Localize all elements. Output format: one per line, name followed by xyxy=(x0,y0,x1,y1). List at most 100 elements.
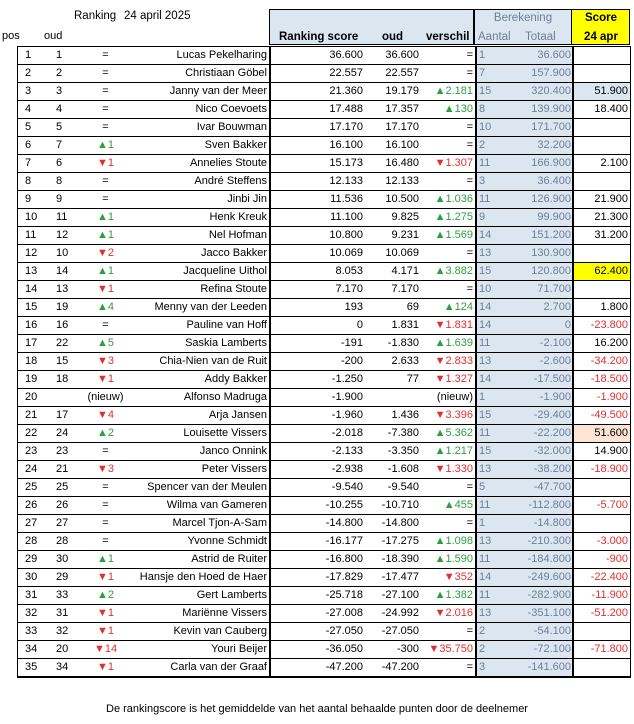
row-movement: = xyxy=(102,85,109,97)
row-difference: ▼2.833 xyxy=(434,355,473,367)
table-row: 6 7 ▲1 Sven Bakker 16.100 16.100 = 2 32.200 xyxy=(18,137,630,155)
row-difference: = xyxy=(466,625,473,637)
row-difference: = xyxy=(466,49,473,61)
row-movement: (nieuw) xyxy=(87,391,124,403)
row-pos: 28 xyxy=(25,535,38,547)
row-movement: = xyxy=(102,319,109,331)
row-aantal: 8 xyxy=(476,101,501,118)
table-row: 11 12 ▲1 Nel Hofman 10.800 9.231 ▲1.569 14 151.2… xyxy=(18,227,630,245)
row-totaal: -112.800 xyxy=(501,497,573,514)
row-score-24apr xyxy=(573,281,630,298)
row-aantal: 13 xyxy=(476,461,501,478)
row-name: Marcel Tjon-A-Sam xyxy=(172,517,267,529)
column-divider xyxy=(475,47,477,677)
table-row: 26 26 = Wilma van Gameren -10.255 -10.710 ▲455… xyxy=(18,497,630,515)
row-pos: 21 xyxy=(25,409,38,421)
row-old-score: 36.600 xyxy=(385,49,419,61)
row-ranking-score: 7.170 xyxy=(335,283,363,295)
table-row: 23 23 = Janco Onnink -2.133 -3.350 ▲1.217 15 -32… xyxy=(18,443,630,461)
row-old-score: 17.170 xyxy=(385,121,419,133)
row-score-24apr: 16.200 xyxy=(594,337,628,349)
row-name: Spencer van der Meulen xyxy=(147,481,267,493)
row-score-24apr: -3.000 xyxy=(596,535,628,547)
row-oud-pos: 2 xyxy=(56,67,63,79)
row-ranking-score: -16.177 xyxy=(325,535,363,547)
row-pos: 24 xyxy=(25,463,38,475)
row-name: Saskia Lamberts xyxy=(185,337,267,349)
row-name: Janco Onnink xyxy=(199,445,267,457)
row-score-24apr: -49.500 xyxy=(590,409,628,421)
row-aantal: 2 xyxy=(476,641,501,658)
row-old-score: 22.557 xyxy=(385,67,419,79)
row-ranking-score: 8.053 xyxy=(335,265,363,277)
table-row: 10 11 ▲1 Henk Kreuk 11.100 9.825 ▲1.275 9 99.900… xyxy=(18,209,630,227)
row-name: Annelies Stoute xyxy=(189,157,267,169)
row-movement: = xyxy=(102,517,109,529)
row-score-24apr: -34.200 xyxy=(590,355,628,367)
row-ranking-score: 11.100 xyxy=(330,211,363,223)
table-row: 35 34 ▼1 Carla van der Graaf -47.200 -47.200 =… xyxy=(18,659,630,677)
row-ranking-score: 10.800 xyxy=(329,229,363,241)
row-old-score: 1.436 xyxy=(391,409,419,421)
row-old-score: -47.200 xyxy=(381,661,419,673)
row-totaal: 120.800 xyxy=(501,263,573,280)
row-ranking-score: -2.018 xyxy=(331,427,363,439)
row-score-24apr: 14.900 xyxy=(594,445,628,457)
row-score-24apr: -900 xyxy=(605,553,628,565)
table-row: 15 19 ▲4 Menny van der Leeden 193 69 ▲124 14 2.7… xyxy=(18,299,630,317)
row-aantal: 2 xyxy=(476,623,501,640)
row-pos: 33 xyxy=(25,625,38,637)
row-totaal: -351.100 xyxy=(501,605,573,622)
row-oud-pos: 7 xyxy=(56,139,63,151)
header-totaal: Totaal xyxy=(525,31,556,43)
row-difference: ▲3.882 xyxy=(434,265,473,277)
row-movement: ▼3 xyxy=(96,463,114,475)
row-name: Louisette Vissers xyxy=(183,427,267,439)
row-old-score: -14.800 xyxy=(381,517,419,529)
header-berekening: Berekening xyxy=(493,12,553,24)
table-row: 22 24 ▲2 Louisette Vissers -2.018 -7.380 ▲5.36… xyxy=(18,425,630,443)
row-difference: ▼1.330 xyxy=(434,463,473,475)
row-totaal: -1.900 xyxy=(501,389,573,406)
header-verschil: verschil xyxy=(426,31,470,43)
row-aantal: 9 xyxy=(476,209,501,226)
row-score-24apr xyxy=(573,47,630,64)
row-aantal: 13 xyxy=(476,245,501,262)
row-old-score: 4.171 xyxy=(391,265,419,277)
row-ranking-score: 17.488 xyxy=(329,103,363,115)
row-difference: ▲124 xyxy=(443,301,473,313)
row-old-score: 9.825 xyxy=(391,211,419,223)
row-totaal: -2.600 xyxy=(501,353,573,370)
table-row: 33 32 ▼1 Kevin van Cauberg -27.050 -27.050 = 2-… xyxy=(18,623,630,641)
row-name: Pauline van Hoff xyxy=(186,319,267,331)
row-aantal: 10 xyxy=(476,119,501,136)
row-score-24apr: 31.200 xyxy=(594,229,628,241)
row-name: Astrid de Ruiter xyxy=(191,553,267,565)
row-totaal: 151.200 xyxy=(501,227,573,244)
row-pos: 23 xyxy=(25,445,38,457)
table-row: 18 15 ▼3 Chia-Nien van de Ruit -200 2.633 ▼2.8… xyxy=(18,353,630,371)
row-movement: ▲2 xyxy=(96,427,114,439)
row-pos: 3 xyxy=(25,85,32,97)
row-name: Jacco Bakker xyxy=(200,247,267,259)
row-oud-pos: 29 xyxy=(56,571,69,583)
row-pos: 26 xyxy=(25,499,38,511)
row-aantal: 7 xyxy=(476,65,501,82)
row-ranking-score: -2.938 xyxy=(331,463,363,475)
table-row: 32 31 ▼1 Mariënne Vissers -27.008 -24.992 ▼2.0… xyxy=(18,605,630,623)
row-name: Janny van der Meer xyxy=(169,85,267,97)
row-totaal: 139.900 xyxy=(501,101,573,118)
row-old-score xyxy=(365,389,420,406)
row-oud-pos: 34 xyxy=(56,661,69,673)
row-score-24apr: -5.700 xyxy=(596,499,628,511)
row-difference: = xyxy=(466,67,473,79)
row-old-score: 2.633 xyxy=(391,355,419,367)
row-oud-pos: 28 xyxy=(56,535,69,547)
row-difference: ▲5.362 xyxy=(434,427,473,439)
row-movement: ▲1 xyxy=(96,139,114,151)
row-oud-pos: 10 xyxy=(56,247,69,259)
table-row: 30 29 ▼1 Hansje den Hoed de Haer -17.829 -17.… xyxy=(18,569,630,587)
row-aantal: 15 xyxy=(476,407,501,424)
row-aantal: 11 xyxy=(476,551,501,568)
row-ranking-score: -27.008 xyxy=(325,607,363,619)
